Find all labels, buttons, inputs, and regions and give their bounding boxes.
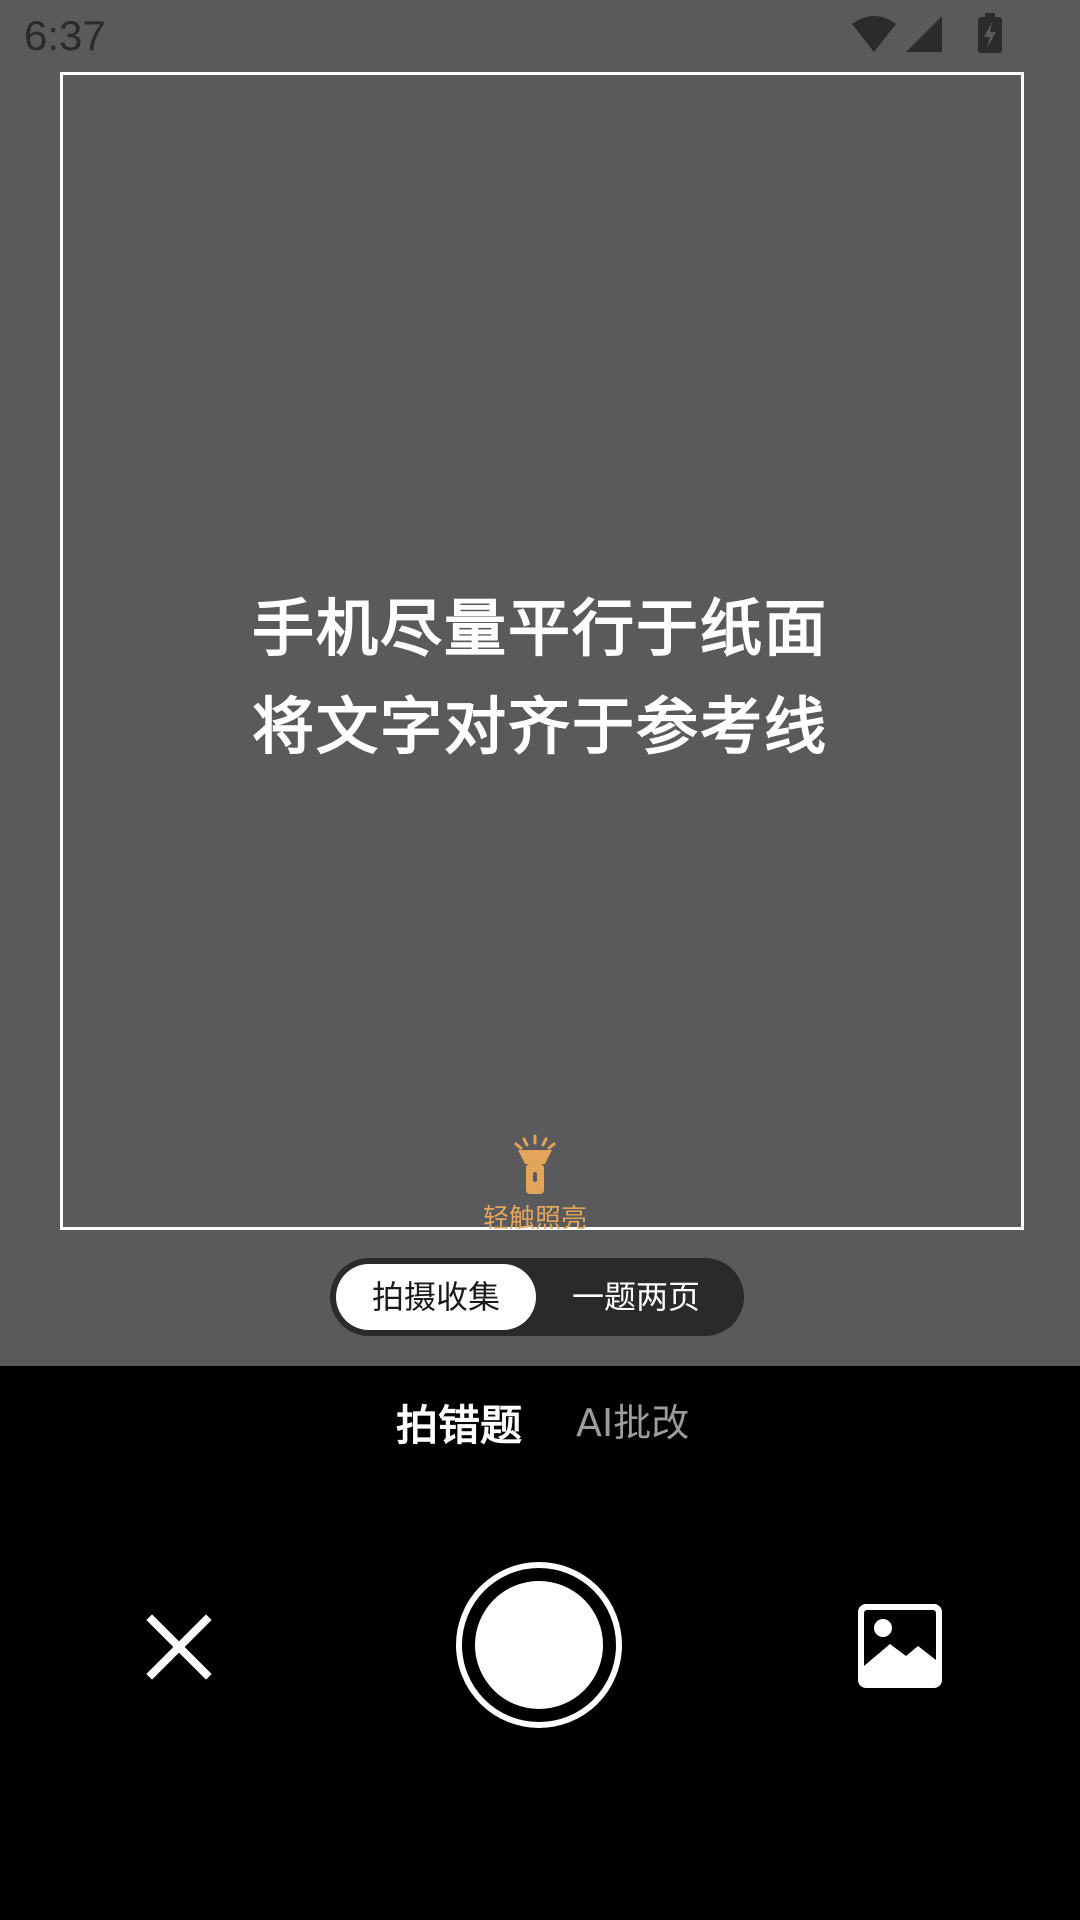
hint-line-2: 将文字对齐于参考线 [251, 690, 828, 763]
signal-icon [906, 16, 942, 52]
torch-button[interactable]: 轻触照亮 [460, 1134, 610, 1234]
close-icon [146, 1614, 212, 1680]
tab-wrong-questions[interactable]: 拍错题 [396, 1392, 522, 1453]
flashlight-icon [514, 1134, 556, 1194]
tab-ai-grading[interactable]: AI批改 [576, 1392, 689, 1447]
hint-line-1: 手机尽量平行于纸面 [251, 592, 828, 665]
status-bar: 6:37 [0, 0, 1080, 72]
mode-toggle: 拍摄收集 一题两页 [330, 1258, 744, 1336]
status-icons [850, 13, 1004, 54]
shutter-button[interactable] [456, 1562, 622, 1728]
battery-charging-icon [978, 13, 1002, 53]
mode-option-collect[interactable]: 拍摄收集 [336, 1264, 536, 1330]
mode-option-two-pages[interactable]: 一题两页 [536, 1264, 736, 1330]
camera-viewfinder[interactable]: 6:37 手机尽量平行于纸面 将文字对齐于参考线 轻触照亮 拍摄收集 一题两页 [0, 0, 1080, 1366]
gallery-icon [858, 1604, 942, 1688]
gallery-button[interactable] [856, 1602, 944, 1690]
shutter-inner [475, 1581, 603, 1709]
wifi-icon [852, 16, 896, 52]
status-time: 6:37 [24, 12, 106, 59]
close-button[interactable] [142, 1610, 216, 1684]
torch-label: 轻触照亮 [482, 1204, 587, 1234]
capture-tabs: 拍错题 AI批改 [0, 1392, 1080, 1450]
